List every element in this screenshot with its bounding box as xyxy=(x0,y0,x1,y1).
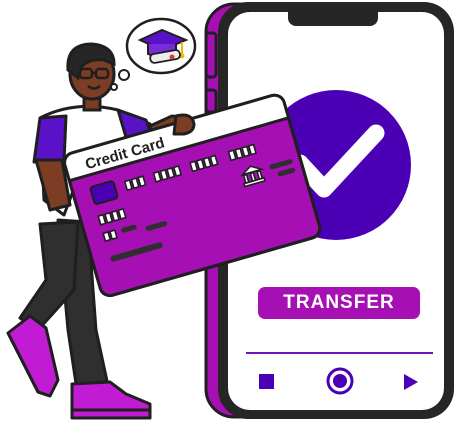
illustration: Credit Card xyxy=(6,2,454,420)
hand xyxy=(172,113,196,136)
stop-icon[interactable] xyxy=(259,374,274,389)
transfer-button-label: TRANSFER xyxy=(283,292,395,313)
thought-bubble xyxy=(110,17,197,91)
